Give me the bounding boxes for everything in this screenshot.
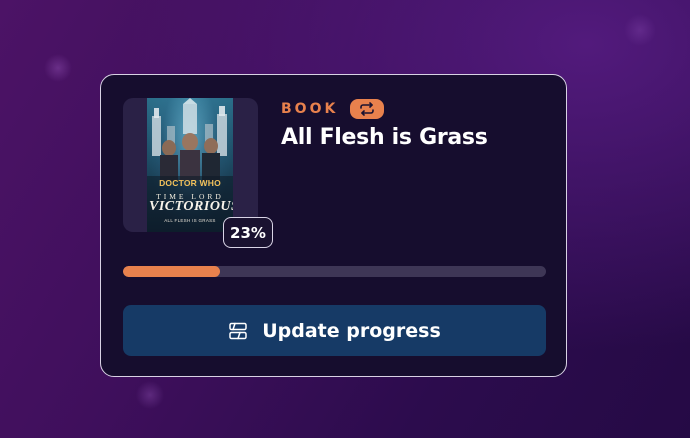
cover-container: DOCTOR WHO TIME LORD VICTORIOUS ALL FLES…	[123, 98, 273, 248]
repeat-icon	[360, 102, 375, 116]
book-title: All Flesh is Grass	[281, 125, 488, 150]
repeat-badge	[350, 99, 385, 119]
book-cover-image: DOCTOR WHO TIME LORD VICTORIOUS ALL FLES…	[147, 98, 233, 232]
media-type-label: BOOK	[281, 101, 339, 117]
progress-percent-badge: 23%	[223, 217, 273, 248]
media-type-row: BOOK	[281, 99, 385, 119]
progress-bar	[123, 266, 546, 277]
cover-series-main-text: VICTORIOUS	[149, 199, 233, 214]
update-progress-button[interactable]: Update progress	[123, 305, 546, 356]
progress-bar-fill	[123, 266, 221, 277]
book-progress-card: DOCTOR WHO TIME LORD VICTORIOUS ALL FLES…	[100, 74, 567, 377]
cover-subtitle-text: ALL FLESH IS GRASS	[164, 218, 216, 223]
cover-brand-text: DOCTOR WHO	[159, 178, 221, 188]
update-progress-label: Update progress	[262, 319, 441, 342]
progress-edit-icon	[228, 321, 248, 341]
